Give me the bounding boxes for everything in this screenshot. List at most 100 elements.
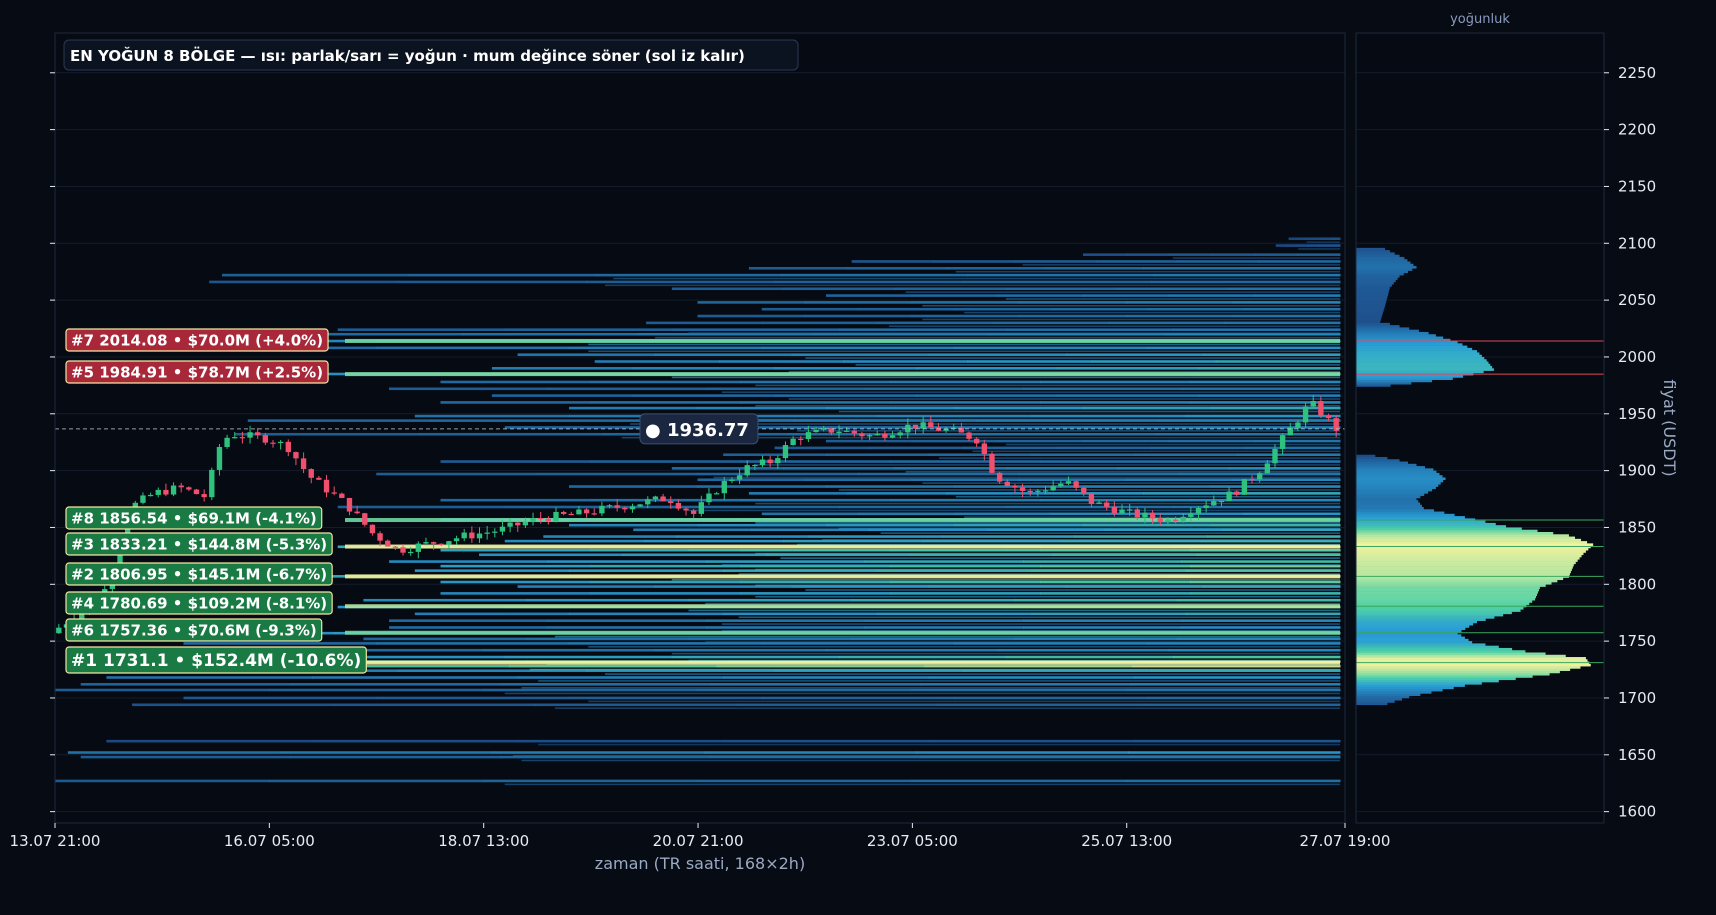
density-bar (1356, 568, 1572, 571)
density-bar (1356, 466, 1425, 469)
density-bar (1356, 511, 1445, 515)
heat-band (954, 406, 1084, 410)
heat-band (723, 739, 930, 743)
candle-body (1325, 415, 1332, 419)
heat-band (588, 343, 1340, 346)
heat-band (1224, 321, 1341, 325)
candle-body (813, 429, 819, 433)
heat-band (80, 683, 292, 686)
candle-body (461, 532, 467, 539)
heat-band (534, 703, 737, 707)
heat-band (736, 703, 938, 707)
density-bar (1356, 670, 1560, 674)
heat-band (911, 294, 998, 297)
candle-body (300, 458, 307, 470)
heat-band (1155, 432, 1341, 436)
heat-band (655, 336, 1340, 339)
density-bar (1356, 272, 1404, 276)
heat-band (1057, 394, 1200, 397)
heat-band (1083, 294, 1170, 297)
heat-band (705, 602, 1340, 605)
y-tick-label: 1700 (1618, 689, 1656, 707)
heat-band (838, 489, 1340, 491)
heat-band (1138, 703, 1341, 707)
heat-band (755, 568, 1340, 571)
density-bar (1356, 613, 1504, 617)
density-bar (1356, 536, 1576, 540)
heat-band (1243, 307, 1341, 311)
heat-band (1329, 244, 1341, 247)
density-bar (1356, 295, 1388, 299)
heat-band (755, 595, 1340, 598)
candle-body (866, 435, 873, 437)
y-tick-label: 2200 (1618, 121, 1656, 139)
heat-band (963, 446, 1058, 450)
candle-body (736, 475, 743, 480)
density-bar (1356, 552, 1584, 556)
heat-band (688, 598, 853, 602)
heat-band (877, 414, 1033, 418)
heat-band (781, 273, 968, 277)
heat-band (697, 688, 913, 692)
heat-band (376, 346, 570, 350)
density-bar (1356, 459, 1400, 462)
heat-band (706, 626, 866, 629)
candle-body (606, 505, 613, 507)
density-bar (1356, 502, 1421, 506)
density-bar (1356, 675, 1533, 678)
candle-body (255, 432, 261, 436)
heat-band (838, 655, 1007, 659)
heat-band (890, 380, 1041, 384)
heat-band (1298, 248, 1340, 250)
candle-body (706, 493, 712, 503)
candle-body (1302, 406, 1309, 423)
candle-body (1295, 422, 1301, 428)
heat-band (1181, 626, 1341, 629)
heat-band (755, 405, 1340, 407)
heat-band (483, 648, 656, 652)
density-bar (1356, 461, 1409, 465)
heat-band (748, 266, 848, 270)
heat-band (1005, 505, 1174, 509)
candle-body (216, 447, 223, 470)
density-bar (1356, 363, 1491, 367)
heat-band (479, 553, 624, 557)
candle-body (277, 441, 284, 444)
heat-band (928, 353, 1067, 356)
candle-body (323, 479, 330, 493)
density-bar (1356, 356, 1485, 360)
heat-band (440, 592, 591, 595)
candle-body (1180, 516, 1186, 521)
candle-body (1019, 487, 1026, 491)
y-tick-label: 1850 (1618, 518, 1656, 536)
density-bar (1356, 334, 1436, 337)
y-tick-label: 1750 (1618, 632, 1656, 650)
heat-band (1125, 253, 1170, 256)
heat-band (1125, 688, 1341, 692)
heat-band (864, 560, 1024, 563)
heat-band (945, 266, 1045, 270)
heat-band (804, 301, 913, 304)
density-bar (1356, 300, 1387, 303)
density-bar (1356, 288, 1390, 292)
density-bar (1356, 650, 1526, 653)
heat-band (547, 560, 707, 563)
candle-body (553, 511, 559, 522)
density-bar (1356, 497, 1417, 501)
candle-body (155, 489, 161, 495)
heat-band (954, 485, 1084, 488)
density-bar (1356, 507, 1424, 510)
candle-body (1058, 483, 1064, 487)
candle-body (690, 510, 697, 514)
zone-band (345, 574, 1340, 579)
zone-band (345, 544, 1340, 549)
density-bar (1356, 477, 1446, 481)
heat-band (569, 406, 698, 410)
density-bar (1356, 247, 1386, 251)
heat-band (954, 346, 1148, 350)
density-panel-title: yoğunluk (1450, 12, 1510, 27)
density-bar (1356, 513, 1455, 517)
density-bar (1356, 659, 1588, 662)
candle-body (1188, 513, 1194, 517)
heat-band (971, 432, 1157, 436)
